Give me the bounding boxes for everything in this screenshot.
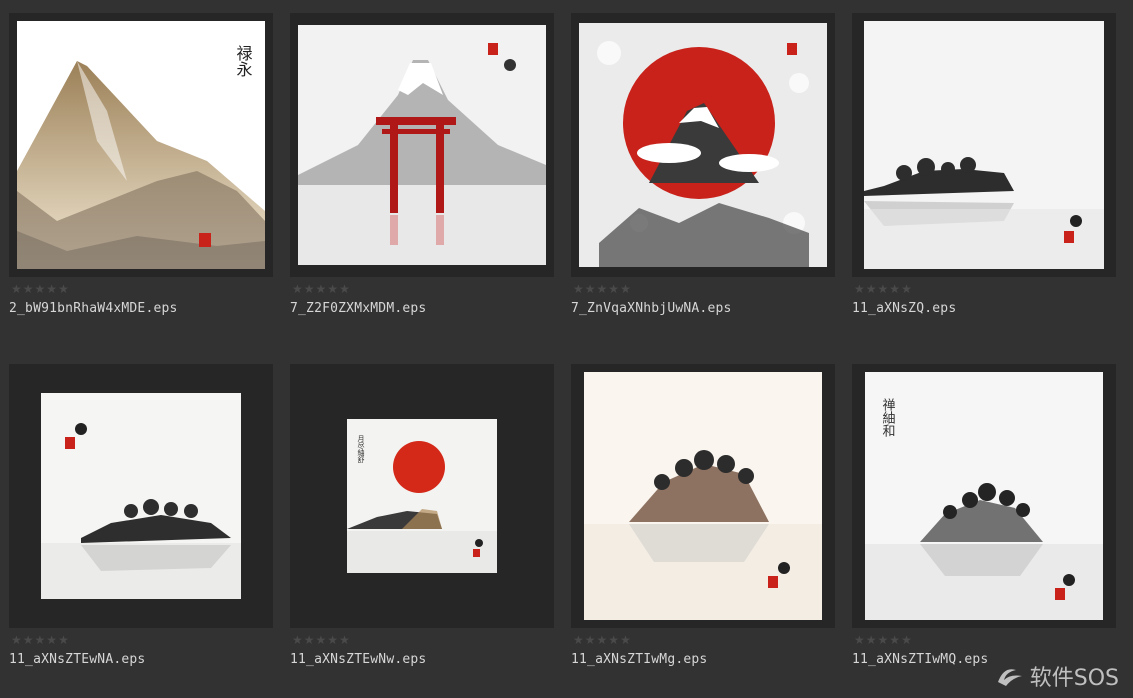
thumbnail-frame[interactable]: 禅紬和: [852, 364, 1116, 628]
star-icon[interactable]: ★: [46, 283, 57, 295]
star-icon[interactable]: ★: [889, 283, 900, 295]
star-icon[interactable]: ★: [339, 283, 350, 295]
star-icon[interactable]: ★: [854, 634, 865, 646]
star-icon[interactable]: ★: [35, 283, 46, 295]
thumbnail-frame[interactable]: [852, 13, 1116, 277]
star-icon[interactable]: ★: [866, 634, 877, 646]
star-icon[interactable]: ★: [327, 634, 338, 646]
seal-text: 禅紬和: [880, 398, 896, 437]
star-icon[interactable]: ★: [620, 283, 631, 295]
star-icon[interactable]: ★: [11, 634, 22, 646]
thumbnail-frame[interactable]: [9, 364, 273, 628]
star-icon[interactable]: ★: [597, 283, 608, 295]
star-icon[interactable]: ★: [878, 283, 889, 295]
star-icon[interactable]: ★: [327, 283, 338, 295]
thumbnail-image[interactable]: 禄永: [17, 21, 265, 269]
thumbnail-image[interactable]: [41, 393, 241, 599]
star-icon[interactable]: ★: [854, 283, 865, 295]
thumbnail-image[interactable]: [584, 372, 822, 620]
rating-stars[interactable]: ★ ★ ★ ★ ★: [11, 634, 69, 646]
rating-stars[interactable]: ★ ★ ★ ★ ★: [854, 283, 912, 295]
rating-stars[interactable]: ★ ★ ★ ★ ★: [292, 283, 350, 295]
rating-stars[interactable]: ★ ★ ★ ★ ★: [11, 283, 69, 295]
thumbnail-image[interactable]: [579, 23, 827, 267]
thumbnail-grid: 禄永 ★ ★ ★ ★ ★ 2_bW91bnRhaW4xMDE.eps ★ ★ ★…: [0, 0, 1133, 698]
thumbnail-image[interactable]: [864, 21, 1104, 269]
rating-stars[interactable]: ★ ★ ★ ★ ★: [854, 634, 912, 646]
file-name[interactable]: 7_Z2F0ZXMxMDM.eps: [290, 301, 570, 316]
rating-stars[interactable]: ★ ★ ★ ★ ★: [573, 634, 631, 646]
star-icon[interactable]: ★: [608, 634, 619, 646]
thumbnail-frame[interactable]: [571, 364, 835, 628]
thumbnail-frame[interactable]: [571, 13, 835, 277]
thumbnail-frame[interactable]: 禄永: [9, 13, 273, 277]
seal-text: 月尽紬舒: [357, 435, 365, 463]
file-name[interactable]: 2_bW91bnRhaW4xMDE.eps: [9, 301, 289, 316]
star-icon[interactable]: ★: [304, 634, 315, 646]
watermark: 软件SOS: [996, 660, 1119, 692]
file-name[interactable]: 11_aXNsZQ.eps: [852, 301, 1132, 316]
star-icon[interactable]: ★: [11, 283, 22, 295]
rating-stars[interactable]: ★ ★ ★ ★ ★: [292, 634, 350, 646]
star-icon[interactable]: ★: [46, 634, 57, 646]
star-icon[interactable]: ★: [292, 283, 303, 295]
star-icon[interactable]: ★: [878, 634, 889, 646]
star-icon[interactable]: ★: [597, 634, 608, 646]
star-icon[interactable]: ★: [339, 634, 350, 646]
star-icon[interactable]: ★: [35, 634, 46, 646]
star-icon[interactable]: ★: [585, 283, 596, 295]
star-icon[interactable]: ★: [585, 634, 596, 646]
seal-text: 禄永: [234, 45, 253, 77]
star-icon[interactable]: ★: [23, 634, 34, 646]
file-name[interactable]: 11_aXNsZTEwNw.eps: [290, 652, 570, 667]
thumbnail-image[interactable]: 月尽紬舒: [347, 419, 497, 573]
swirl-logo-icon: [997, 669, 1022, 686]
rating-stars[interactable]: ★ ★ ★ ★ ★: [573, 283, 631, 295]
star-icon[interactable]: ★: [889, 634, 900, 646]
thumbnail-image[interactable]: [298, 25, 546, 265]
star-icon[interactable]: ★: [866, 283, 877, 295]
star-icon[interactable]: ★: [316, 634, 327, 646]
star-icon[interactable]: ★: [573, 634, 584, 646]
star-icon[interactable]: ★: [316, 283, 327, 295]
star-icon[interactable]: ★: [901, 283, 912, 295]
star-icon[interactable]: ★: [620, 634, 631, 646]
thumbnail-frame[interactable]: [290, 13, 554, 277]
thumbnail-image[interactable]: 禅紬和: [865, 372, 1103, 620]
file-name[interactable]: 11_aXNsZTEwNA.eps: [9, 652, 289, 667]
star-icon[interactable]: ★: [304, 283, 315, 295]
watermark-text: 软件SOS: [1029, 666, 1119, 691]
star-icon[interactable]: ★: [573, 283, 584, 295]
star-icon[interactable]: ★: [23, 283, 34, 295]
star-icon[interactable]: ★: [58, 283, 69, 295]
star-icon[interactable]: ★: [608, 283, 619, 295]
thumbnail-frame[interactable]: 月尽紬舒: [290, 364, 554, 628]
file-name[interactable]: 11_aXNsZTIwMg.eps: [571, 652, 851, 667]
star-icon[interactable]: ★: [901, 634, 912, 646]
star-icon[interactable]: ★: [292, 634, 303, 646]
star-icon[interactable]: ★: [58, 634, 69, 646]
file-name[interactable]: 7_ZnVqaXNhbjUwNA.eps: [571, 301, 851, 316]
